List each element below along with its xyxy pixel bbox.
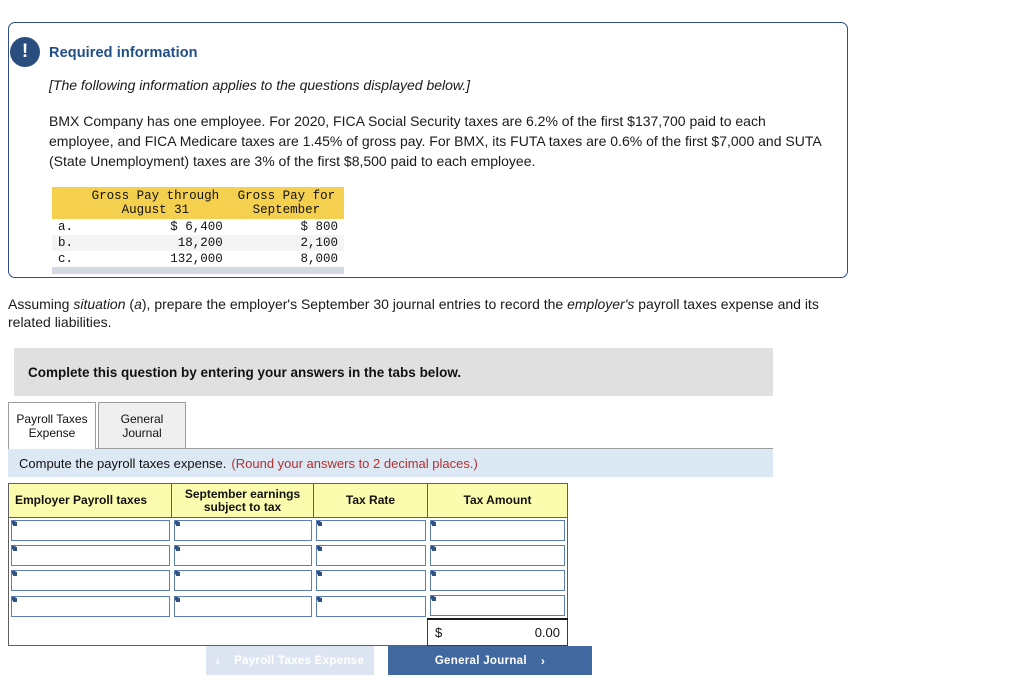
total-currency-symbol: $ (435, 624, 443, 640)
row-through-august: $ 6,400 (170, 220, 223, 234)
table-row (9, 568, 568, 593)
input-rate-4[interactable] (315, 595, 426, 617)
gross-pay-header-september: Gross Pay for September (228, 187, 344, 219)
input-earnings-2[interactable] (173, 545, 312, 566)
input-payroll-tax-4[interactable] (11, 595, 170, 617)
input-earnings-3[interactable] (173, 570, 312, 591)
question-prompt: Assuming situation (a), prepare the empl… (8, 295, 838, 331)
instruction-hint: (Round your answers to 2 decimal places.… (231, 455, 478, 471)
tab-payroll-taxes-expense[interactable]: Payroll Taxes Expense (8, 402, 96, 449)
required-information-title: Required information (49, 45, 198, 61)
chevron-right-icon: › (540, 653, 546, 668)
cell-amount-2 (428, 543, 568, 568)
table-row: b. 18,200 2,100 (52, 235, 344, 251)
next-general-journal-button[interactable]: General Journal › (388, 646, 592, 675)
row-label: c. (58, 252, 74, 266)
prompt-part-3: ), prepare the employer's September 30 j… (141, 296, 568, 312)
input-rate-1[interactable] (315, 520, 426, 541)
row-label: a. (58, 220, 74, 234)
total-amount-cell: $ 0.00 (427, 618, 568, 646)
required-information-content: Required information [The following info… (9, 23, 847, 274)
cell-rate-2 (314, 543, 428, 568)
cell-payroll-tax-3 (9, 568, 172, 593)
row-september: 2,100 (228, 235, 344, 251)
total-amount-value: 0.00 (534, 624, 560, 640)
payroll-taxes-answer-table: Employer Payroll taxes September earning… (8, 483, 568, 646)
input-amount-2[interactable] (429, 545, 565, 566)
gross-pay-table-footer-bar (52, 267, 344, 274)
cell-earnings-1 (172, 518, 314, 544)
required-information-box: ! Required information [The following in… (8, 22, 848, 278)
row-through-august: 132,000 (170, 252, 223, 266)
cell-amount-4 (428, 593, 568, 619)
table-row: c. 132,000 8,000 (52, 251, 344, 267)
complete-question-bar: Complete this question by entering your … (14, 348, 773, 396)
table-row (9, 543, 568, 568)
gross-pay-header-row: Gross Pay through August 31 Gross Pay fo… (52, 187, 344, 219)
tab-strip: Payroll Taxes Expense General Journal (8, 401, 773, 449)
input-earnings-4[interactable] (173, 595, 312, 617)
footer-navigation: ‹ Payroll Taxes Expense General Journal … (206, 646, 806, 676)
cell-rate-1 (314, 518, 428, 544)
cell-rate-4 (314, 593, 428, 619)
row-september: $ 800 (300, 220, 338, 234)
gross-pay-header-through-august: Gross Pay through August 31 (82, 187, 229, 219)
table-row: a. $ 6,400 $ 800 (52, 219, 344, 235)
input-rate-3[interactable] (315, 570, 426, 591)
cell-earnings-4 (172, 593, 314, 619)
input-payroll-tax-1[interactable] (11, 520, 170, 541)
input-rate-2[interactable] (315, 545, 426, 566)
table-row (9, 593, 568, 619)
input-amount-1[interactable] (429, 520, 565, 541)
prev-payroll-taxes-expense-button[interactable]: ‹ Payroll Taxes Expense (206, 646, 374, 675)
prompt-italic-employers: employer's (567, 296, 635, 312)
exclamation-icon: ! (10, 37, 40, 67)
cell-payroll-tax-1 (9, 518, 172, 544)
col-header-tax-amount: Tax Amount (427, 483, 568, 518)
input-earnings-1[interactable] (173, 520, 312, 541)
col-header-employer-payroll-taxes: Employer Payroll taxes (8, 483, 172, 518)
cell-amount-1 (428, 518, 568, 544)
gross-pay-table: Gross Pay through August 31 Gross Pay fo… (52, 187, 344, 267)
prompt-part-1: Assuming (8, 296, 74, 312)
tab-payroll-taxes-expense-label: Payroll Taxes Expense (16, 412, 88, 440)
total-row: $ 0.00 (8, 618, 568, 646)
input-payroll-tax-3[interactable] (11, 570, 170, 591)
answer-table-header-row: Employer Payroll taxes September earning… (8, 483, 568, 518)
cell-earnings-2 (172, 543, 314, 568)
col-header-september-earnings: September earnings subject to tax (171, 483, 314, 518)
row-label: b. (52, 235, 82, 251)
chevron-left-icon: ‹ (215, 653, 221, 668)
next-button-label: General Journal (434, 654, 527, 667)
cell-payroll-tax-2 (9, 543, 172, 568)
prev-button-label: Payroll Taxes Expense (234, 654, 365, 667)
prompt-part-2: ( (125, 296, 135, 312)
row-september: 8,000 (300, 252, 338, 266)
input-amount-4[interactable] (429, 595, 565, 616)
prompt-italic-a: a (134, 296, 142, 312)
tab-general-journal-label: General Journal (120, 411, 164, 440)
total-row-blank (8, 619, 428, 645)
prompt-italic-situation: situation (73, 296, 126, 312)
complete-question-text: Complete this question by entering your … (28, 364, 462, 380)
cell-rate-3 (314, 568, 428, 593)
tab-general-journal[interactable]: General Journal (98, 402, 186, 448)
cell-amount-3 (428, 568, 568, 593)
applies-note: [The following information applies to th… (49, 77, 471, 93)
input-payroll-tax-2[interactable] (11, 545, 170, 566)
instruction-bar: Compute the payroll taxes expense. (Roun… (8, 449, 773, 477)
input-amount-3[interactable] (429, 570, 565, 591)
cell-payroll-tax-4 (9, 593, 172, 619)
table-row (9, 518, 568, 544)
scenario-paragraph: BMX Company has one employee. For 2020, … (49, 113, 821, 169)
col-header-tax-rate: Tax Rate (313, 483, 428, 518)
instruction-text: Compute the payroll taxes expense. (19, 455, 227, 471)
cell-earnings-3 (172, 568, 314, 593)
gross-pay-header-blank (52, 187, 82, 219)
row-through-august: 18,200 (82, 235, 229, 251)
